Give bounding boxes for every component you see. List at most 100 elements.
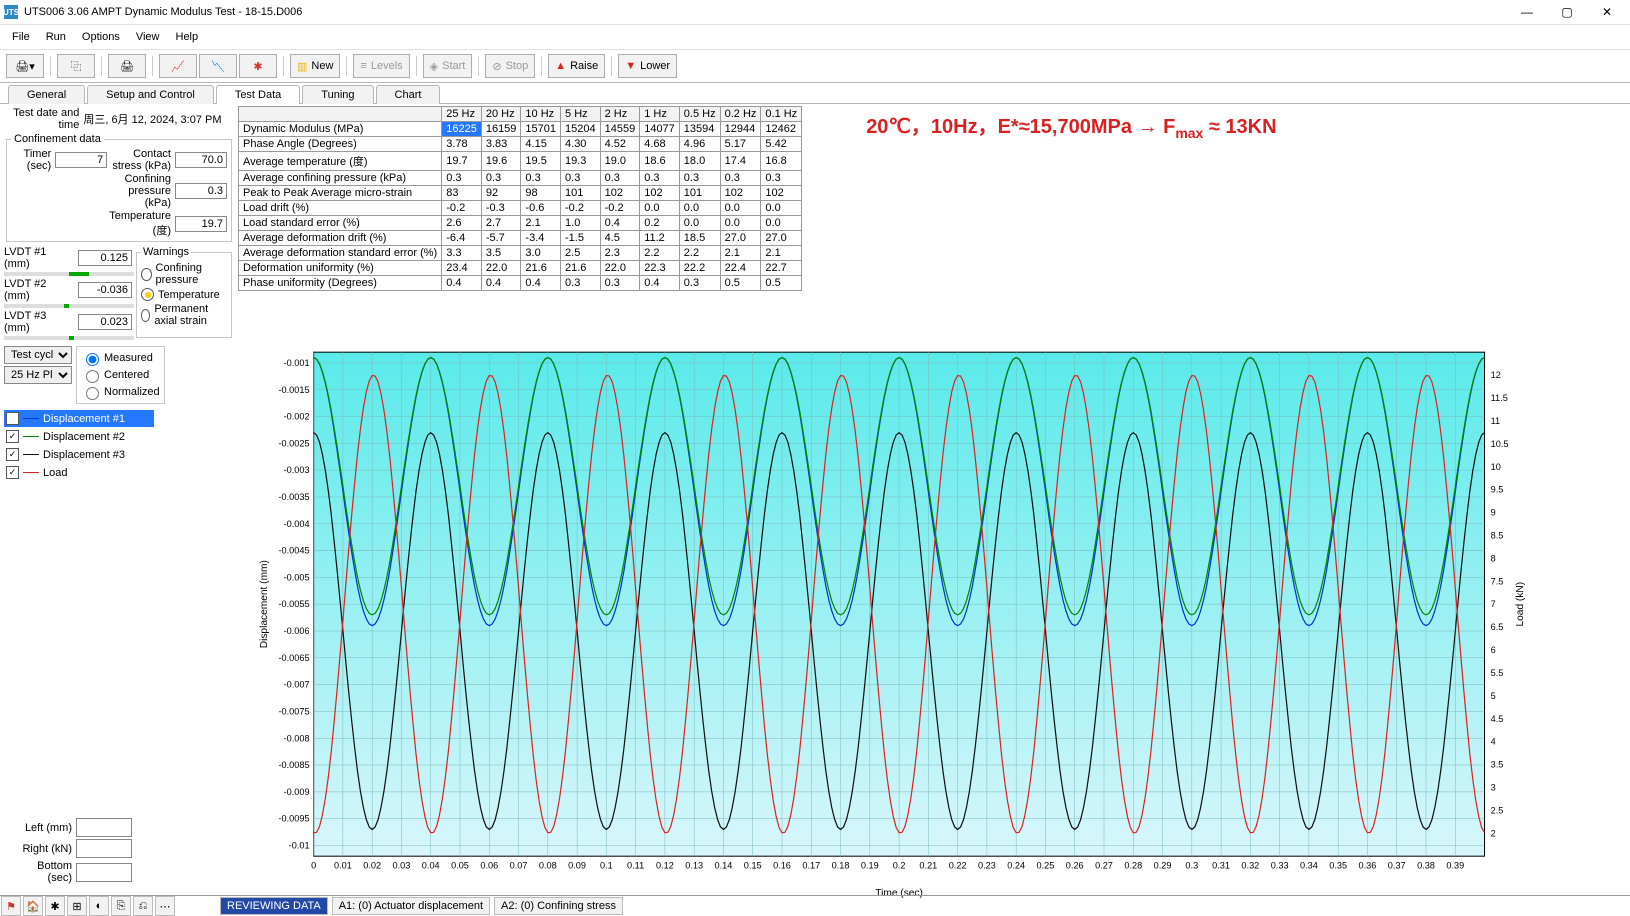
- window-title: UTS006 3.06 AMPT Dynamic Modulus Test - …: [24, 6, 302, 18]
- menu-view[interactable]: View: [130, 29, 166, 45]
- svg-text:0.23: 0.23: [978, 860, 996, 870]
- tab-general[interactable]: General: [8, 85, 85, 104]
- svg-text:-0.004: -0.004: [284, 519, 310, 529]
- svg-text:0.09: 0.09: [568, 860, 586, 870]
- data-table: 25 Hz20 Hz10 Hz5 Hz2 Hz1 Hz0.5 Hz0.2 Hz0…: [238, 106, 802, 291]
- svg-text:0.12: 0.12: [656, 860, 674, 870]
- mode-normalized[interactable]: [86, 387, 99, 400]
- legend-item-3[interactable]: ✓Load: [4, 464, 154, 481]
- confinement-legend: Confinement data: [11, 133, 104, 145]
- lvdt3-value: 0.023: [78, 314, 132, 330]
- contact-value: 70.0: [175, 152, 227, 168]
- legend-item-1[interactable]: ✓Displacement #2: [4, 428, 154, 445]
- tab-tuning[interactable]: Tuning: [302, 85, 373, 104]
- menu-help[interactable]: Help: [170, 29, 205, 45]
- sb-icon2[interactable]: 🏠: [23, 896, 43, 916]
- menu-run[interactable]: Run: [40, 29, 72, 45]
- svg-text:0.01: 0.01: [334, 860, 352, 870]
- svg-text:5: 5: [1491, 691, 1496, 701]
- lvdt1-label: LVDT #1 (mm): [4, 246, 74, 270]
- minimize-button[interactable]: —: [1508, 0, 1546, 24]
- lvdt3-label: LVDT #3 (mm): [4, 310, 74, 334]
- confp-value: 0.3: [175, 183, 227, 199]
- svg-text:4.5: 4.5: [1491, 714, 1504, 724]
- left-axis-input[interactable]: [76, 818, 132, 837]
- time-series-chart[interactable]: 00.010.020.030.040.050.060.070.080.090.1…: [158, 342, 1630, 902]
- mode-measured[interactable]: [86, 353, 99, 366]
- svg-text:0.33: 0.33: [1271, 860, 1289, 870]
- svg-text:-0.0055: -0.0055: [279, 599, 310, 609]
- print-button[interactable]: 🖨: [108, 54, 146, 78]
- svg-text:-0.0095: -0.0095: [279, 814, 310, 824]
- temp-value: 19.7: [175, 216, 227, 232]
- settings-icon[interactable]: ✱: [239, 54, 277, 78]
- timer-label: Timer (sec): [11, 148, 51, 172]
- svg-text:0: 0: [311, 860, 316, 870]
- svg-text:0.02: 0.02: [363, 860, 381, 870]
- sb-icon5[interactable]: ◐: [89, 896, 109, 916]
- data-table-container: 25 Hz20 Hz10 Hz5 Hz2 Hz1 Hz0.5 Hz0.2 Hz0…: [238, 106, 802, 291]
- svg-text:0.32: 0.32: [1241, 860, 1259, 870]
- menu-options[interactable]: Options: [76, 29, 126, 45]
- svg-text:0.2: 0.2: [893, 860, 906, 870]
- svg-text:0.35: 0.35: [1329, 860, 1347, 870]
- levels-button[interactable]: ≡Levels: [353, 54, 409, 78]
- stop-button[interactable]: ⊘Stop: [485, 54, 535, 78]
- svg-text:0.07: 0.07: [510, 860, 528, 870]
- lvdt2-label: LVDT #2 (mm): [4, 278, 74, 302]
- maximize-button[interactable]: ▢: [1548, 0, 1586, 24]
- tab-chart[interactable]: Chart: [376, 85, 441, 104]
- svg-text:0.11: 0.11: [627, 860, 644, 870]
- right-axis-input[interactable]: [76, 839, 132, 858]
- close-button[interactable]: ✕: [1588, 0, 1626, 24]
- cp-indicator: [141, 268, 152, 281]
- status-a1[interactable]: A1: (0) Actuator displacement: [332, 897, 490, 915]
- cycles-select[interactable]: Test cycles: [4, 346, 72, 364]
- sb-icon4[interactable]: ⊞: [67, 896, 87, 916]
- svg-text:0.25: 0.25: [1037, 860, 1055, 870]
- svg-text:0.28: 0.28: [1124, 860, 1142, 870]
- svg-text:-0.0025: -0.0025: [279, 438, 310, 448]
- print-dropdown[interactable]: 🖨▾: [6, 54, 44, 78]
- svg-text:5.5: 5.5: [1491, 668, 1504, 678]
- bottom-axis-input[interactable]: [76, 863, 132, 882]
- svg-text:10.5: 10.5: [1491, 439, 1509, 449]
- confp-label: Confining pressure (kPa): [109, 173, 171, 209]
- copy-button[interactable]: ⿻: [57, 54, 95, 78]
- sb-icon8[interactable]: ⋯: [155, 896, 175, 916]
- new-button[interactable]: ▥New: [290, 54, 340, 78]
- tab-setup[interactable]: Setup and Control: [87, 85, 214, 104]
- svg-text:0.3: 0.3: [1185, 860, 1198, 870]
- annotation-text: 20℃，10Hz，E*≈15,700MPa → Fmax ≈ 13KN: [806, 106, 1276, 141]
- timer-value: 7: [55, 152, 107, 168]
- plots-select[interactable]: 25 Hz Plots: [4, 366, 72, 384]
- datetime-label: Test date and time: [4, 107, 79, 131]
- svg-text:-0.007: -0.007: [284, 680, 310, 690]
- svg-text:3: 3: [1491, 783, 1496, 793]
- svg-text:0.15: 0.15: [744, 860, 762, 870]
- tab-testdata[interactable]: Test Data: [216, 85, 300, 104]
- status-a2[interactable]: A2: (0) Confining stress: [494, 897, 623, 915]
- svg-text:-0.003: -0.003: [284, 465, 310, 475]
- svg-text:6.5: 6.5: [1491, 622, 1504, 632]
- svg-text:0.29: 0.29: [1154, 860, 1172, 870]
- svg-text:9: 9: [1491, 508, 1496, 518]
- sb-icon3[interactable]: ✱: [45, 896, 65, 916]
- svg-text:0.19: 0.19: [861, 860, 879, 870]
- sb-icon1[interactable]: ⚑: [1, 896, 21, 916]
- mode-centered[interactable]: [86, 370, 99, 383]
- raise-button[interactable]: ▲Raise: [548, 54, 605, 78]
- sb-icon7[interactable]: ⎌: [133, 896, 153, 916]
- sb-icon6[interactable]: ⎘: [111, 896, 131, 916]
- start-button[interactable]: ◈Start: [423, 54, 473, 78]
- legend-item-0[interactable]: ✓Displacement #1: [4, 410, 154, 427]
- svg-text:0.37: 0.37: [1388, 860, 1406, 870]
- status-reviewing[interactable]: REVIEWING DATA: [220, 897, 328, 915]
- legend-item-2[interactable]: ✓Displacement #3: [4, 446, 154, 463]
- lower-button[interactable]: ▼Lower: [618, 54, 677, 78]
- menu-file[interactable]: File: [6, 29, 36, 45]
- svg-text:0.26: 0.26: [1066, 860, 1084, 870]
- chart2-icon[interactable]: 📉: [199, 54, 237, 78]
- chart1-icon[interactable]: 📈: [159, 54, 197, 78]
- svg-text:0.39: 0.39: [1446, 860, 1464, 870]
